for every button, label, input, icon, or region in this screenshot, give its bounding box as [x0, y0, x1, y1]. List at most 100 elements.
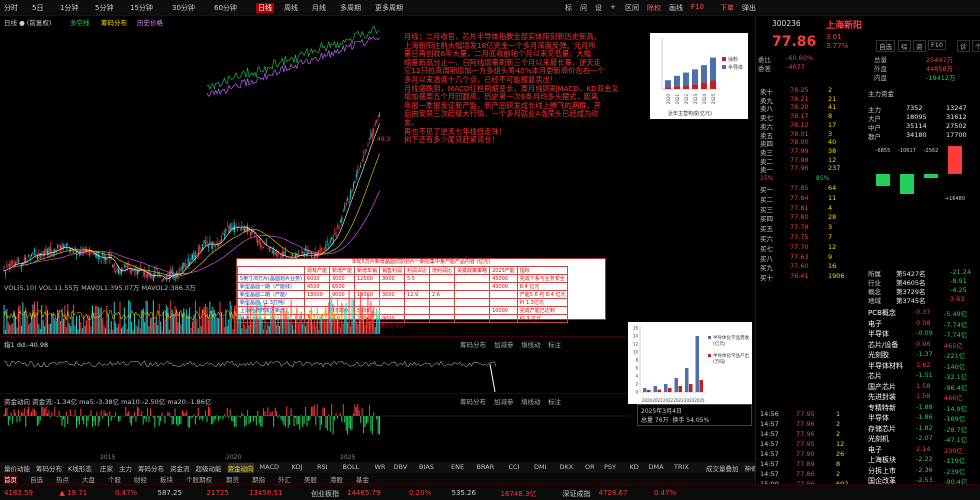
- period-tab-10[interactable]: 多周期: [340, 3, 361, 13]
- ind-tab-11[interactable]: RSI: [317, 463, 328, 471]
- period-tab-0[interactable]: 分时: [4, 3, 18, 13]
- ind-tab-4[interactable]: 主力: [119, 463, 132, 473]
- volume-chart[interactable]: [0, 290, 630, 334]
- ind-tab-19[interactable]: DMI: [534, 463, 547, 471]
- concept-name[interactable]: 光刻机: [868, 434, 889, 444]
- ind-tab-5[interactable]: 筹码分布: [138, 463, 164, 473]
- bottom-tab-4[interactable]: 个股: [108, 474, 121, 484]
- ind-tab-20[interactable]: DKX: [560, 463, 574, 471]
- flow-bar: [339, 412, 341, 416]
- ind-tab-2[interactable]: K线形态: [68, 463, 92, 473]
- ind-tab-0[interactable]: 量价动能: [4, 463, 30, 473]
- concept-name[interactable]: 光刻胶: [868, 350, 889, 360]
- ind-tab-12[interactable]: BOLL: [343, 463, 360, 471]
- toolbar-btn-1[interactable]: 问: [580, 3, 587, 13]
- ind-tab-18[interactable]: CCI: [509, 463, 520, 471]
- concept-name[interactable]: 先进封装: [868, 392, 896, 402]
- ind-tab-23[interactable]: KD: [630, 463, 639, 471]
- period-tab-4[interactable]: 15分钟: [130, 3, 153, 13]
- concept-name[interactable]: 电子: [868, 445, 882, 455]
- concept-name[interactable]: PCB概念: [868, 308, 896, 318]
- volume-bar: [318, 329, 320, 334]
- bottom-tab-7[interactable]: 个股期权: [186, 474, 212, 484]
- sidebar-tab-2[interactable]: 资: [913, 40, 926, 52]
- sidebar-tab-3[interactable]: F10: [928, 40, 947, 50]
- bottom-tab-8[interactable]: 期货: [226, 474, 239, 484]
- concept-name[interactable]: 存储芯片: [868, 424, 896, 434]
- toolbar-btn-9[interactable]: 弹出: [742, 3, 756, 13]
- toolbar-btn-5[interactable]: 除权: [647, 3, 661, 13]
- period-tab-8[interactable]: 周线: [284, 3, 298, 13]
- sidebar-tab-1[interactable]: 综: [898, 40, 911, 52]
- concept-name[interactable]: 半导体: [868, 413, 889, 423]
- flow-bar: [144, 416, 146, 419]
- ind-tab-10[interactable]: KDJ: [292, 463, 303, 471]
- ind-tab-3[interactable]: 庄家: [100, 463, 113, 473]
- period-tab-6[interactable]: 60分钟: [214, 3, 237, 13]
- concept-name[interactable]: 国产芯片: [868, 382, 896, 392]
- candle-body: [6, 264, 8, 268]
- ind-tab-7[interactable]: 超级动能: [196, 463, 222, 473]
- concept-name[interactable]: 专精特新: [868, 403, 896, 413]
- volume-bar: [338, 316, 340, 334]
- toolbar-btn-8[interactable]: 下单: [720, 3, 734, 13]
- ind-tab-14[interactable]: DBV: [394, 463, 408, 471]
- ind-tab-21[interactable]: OR: [585, 463, 595, 471]
- period-tab-5[interactable]: 30分钟: [172, 3, 195, 13]
- concept-name[interactable]: 半导体材料: [868, 361, 903, 371]
- bottom-tab-11[interactable]: 美股: [304, 474, 317, 484]
- toolbar-btn-2[interactable]: 设: [595, 3, 602, 13]
- concept-name[interactable]: 上海板块: [868, 455, 896, 465]
- period-tab-11[interactable]: 更多周期: [375, 3, 403, 13]
- ind-tab-16[interactable]: ENE: [451, 463, 464, 471]
- concept-name[interactable]: 分拆上市: [868, 466, 896, 476]
- ind-tab-9[interactable]: MACD: [260, 463, 279, 471]
- bottom-tab-0[interactable]: 首页: [4, 474, 17, 484]
- ind-tab-17[interactable]: BRAR: [477, 463, 495, 471]
- ind-tab-22[interactable]: PSY: [604, 463, 616, 471]
- concept-name[interactable]: 半导体: [868, 329, 889, 339]
- ind-tab-26[interactable]: 成交量叠加: [706, 463, 739, 473]
- period-tab-1[interactable]: 5日: [32, 3, 43, 13]
- indicator-btn-3[interactable]: 标注: [548, 339, 561, 349]
- concept-name[interactable]: 芯片/设备: [868, 340, 898, 350]
- bottom-tab-2[interactable]: 热点: [56, 474, 69, 484]
- sidebar-tab-5[interactable]: 个: [972, 40, 980, 52]
- toolbar-btn-7[interactable]: F10: [691, 3, 704, 11]
- ind-tab-15[interactable]: BIAS: [419, 463, 434, 471]
- bottom-tab-10[interactable]: 外汇: [278, 474, 291, 484]
- indicator2-chart[interactable]: [0, 346, 500, 392]
- bottom-tab-1[interactable]: 自选: [30, 474, 43, 484]
- ind-tab-6[interactable]: 资金流: [170, 463, 190, 473]
- period-tab-2[interactable]: 1分钟: [60, 3, 78, 13]
- bottom-tab-9[interactable]: 期指: [252, 474, 265, 484]
- concept-name[interactable]: 芯片: [868, 371, 882, 381]
- bottom-tab-13[interactable]: 基金: [356, 474, 369, 484]
- bottom-tab-3[interactable]: 大盘: [82, 474, 95, 484]
- period-tab-7[interactable]: 日线: [256, 3, 274, 13]
- toolbar-btn-0[interactable]: 标: [565, 3, 572, 13]
- bottom-tab-6[interactable]: 板块: [160, 474, 173, 484]
- ind-tab-24[interactable]: DMA: [649, 463, 664, 471]
- flow-bar: [325, 416, 327, 429]
- bid-price: 77.85: [790, 184, 809, 192]
- toolbar-btn-4[interactable]: 区间: [625, 3, 639, 13]
- ind-tab-1[interactable]: 筹码分布: [36, 463, 62, 473]
- indicator3-chart[interactable]: [0, 404, 630, 454]
- bottom-tab-5[interactable]: 财经: [134, 474, 147, 484]
- concept-name[interactable]: 电子: [868, 319, 882, 329]
- toolbar-btn-3[interactable]: +: [610, 3, 616, 11]
- period-tab-3[interactable]: 5分钟: [95, 3, 113, 13]
- ind-tab-13[interactable]: WR: [375, 463, 386, 471]
- sidebar-tab-4[interactable]: 诊: [957, 40, 970, 52]
- sidebar-tab-0[interactable]: 自选: [876, 40, 895, 52]
- toolbar-btn-6[interactable]: 画线: [669, 3, 683, 13]
- flow-bar: [196, 416, 198, 418]
- period-tab-9[interactable]: 月线: [312, 3, 326, 13]
- indicator-btn-2[interactable]: 填线动: [521, 339, 541, 349]
- concept-pct: -2.07: [916, 434, 933, 442]
- bottom-tab-12[interactable]: 港股: [330, 474, 343, 484]
- ind-tab-8[interactable]: 资金动向: [227, 463, 254, 473]
- ind-tab-25[interactable]: TRIX: [674, 463, 689, 471]
- chart1-bar: [701, 65, 707, 83]
